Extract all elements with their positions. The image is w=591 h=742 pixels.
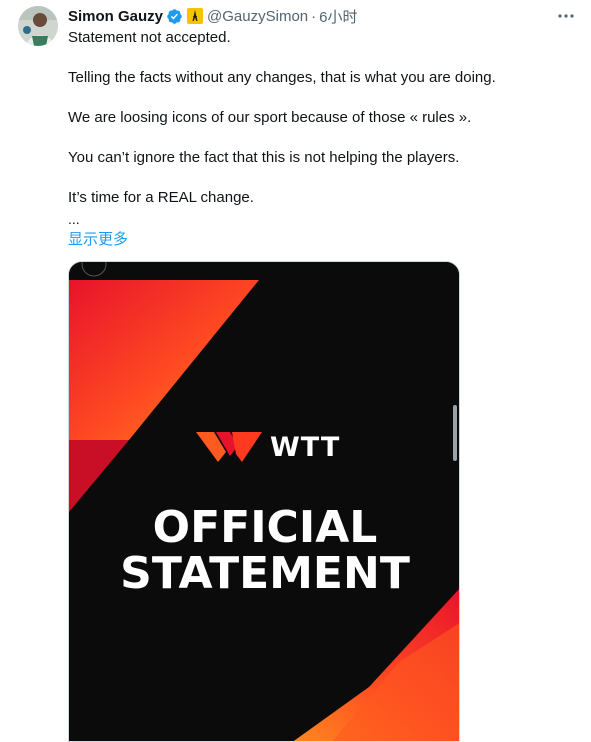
avatar-image bbox=[18, 6, 58, 46]
tweet-line: It’s time for a REAL change. bbox=[68, 189, 254, 206]
avatar[interactable] bbox=[18, 6, 58, 46]
scrollbar-thumb[interactable] bbox=[453, 405, 457, 461]
wtt-logo: WTT bbox=[196, 430, 340, 464]
wtt-logo-text: WTT bbox=[270, 431, 341, 463]
author-handle[interactable]: @GauzySimon bbox=[207, 8, 308, 25]
wtt-logo-icon bbox=[196, 432, 262, 462]
separator-dot: · bbox=[311, 7, 317, 25]
more-options-icon[interactable] bbox=[555, 6, 577, 26]
tweet-line: Statement not accepted. bbox=[68, 29, 231, 46]
media-image[interactable]: WTT OFFICIAL STATEMENT bbox=[68, 261, 460, 742]
tweet: Simon Gauzy @GauzySimon · 6小时 Statement … bbox=[0, 0, 591, 742]
eiffel-tower-flag-icon bbox=[187, 8, 204, 24]
tweet-line: Telling the facts without any changes, t… bbox=[68, 69, 496, 86]
tweet-ellipsis: ... bbox=[68, 211, 80, 227]
headline-line-1: OFFICIAL bbox=[152, 502, 378, 553]
headline-line-2: STATEMENT bbox=[120, 548, 410, 599]
tweet-text: Statement not accepted. Telling the fact… bbox=[68, 28, 568, 226]
tweet-timestamp[interactable]: 6小时 bbox=[319, 6, 357, 27]
show-more-link[interactable]: 显示更多 bbox=[68, 228, 128, 249]
tweet-header: Simon Gauzy @GauzySimon · 6小时 bbox=[68, 6, 357, 26]
verified-badge-icon[interactable] bbox=[166, 8, 183, 25]
tweet-line: We are loosing icons of our sport becaus… bbox=[68, 109, 472, 126]
author-name[interactable]: Simon Gauzy bbox=[68, 8, 163, 25]
tweet-line: You can’t ignore the fact that this is n… bbox=[68, 149, 460, 166]
